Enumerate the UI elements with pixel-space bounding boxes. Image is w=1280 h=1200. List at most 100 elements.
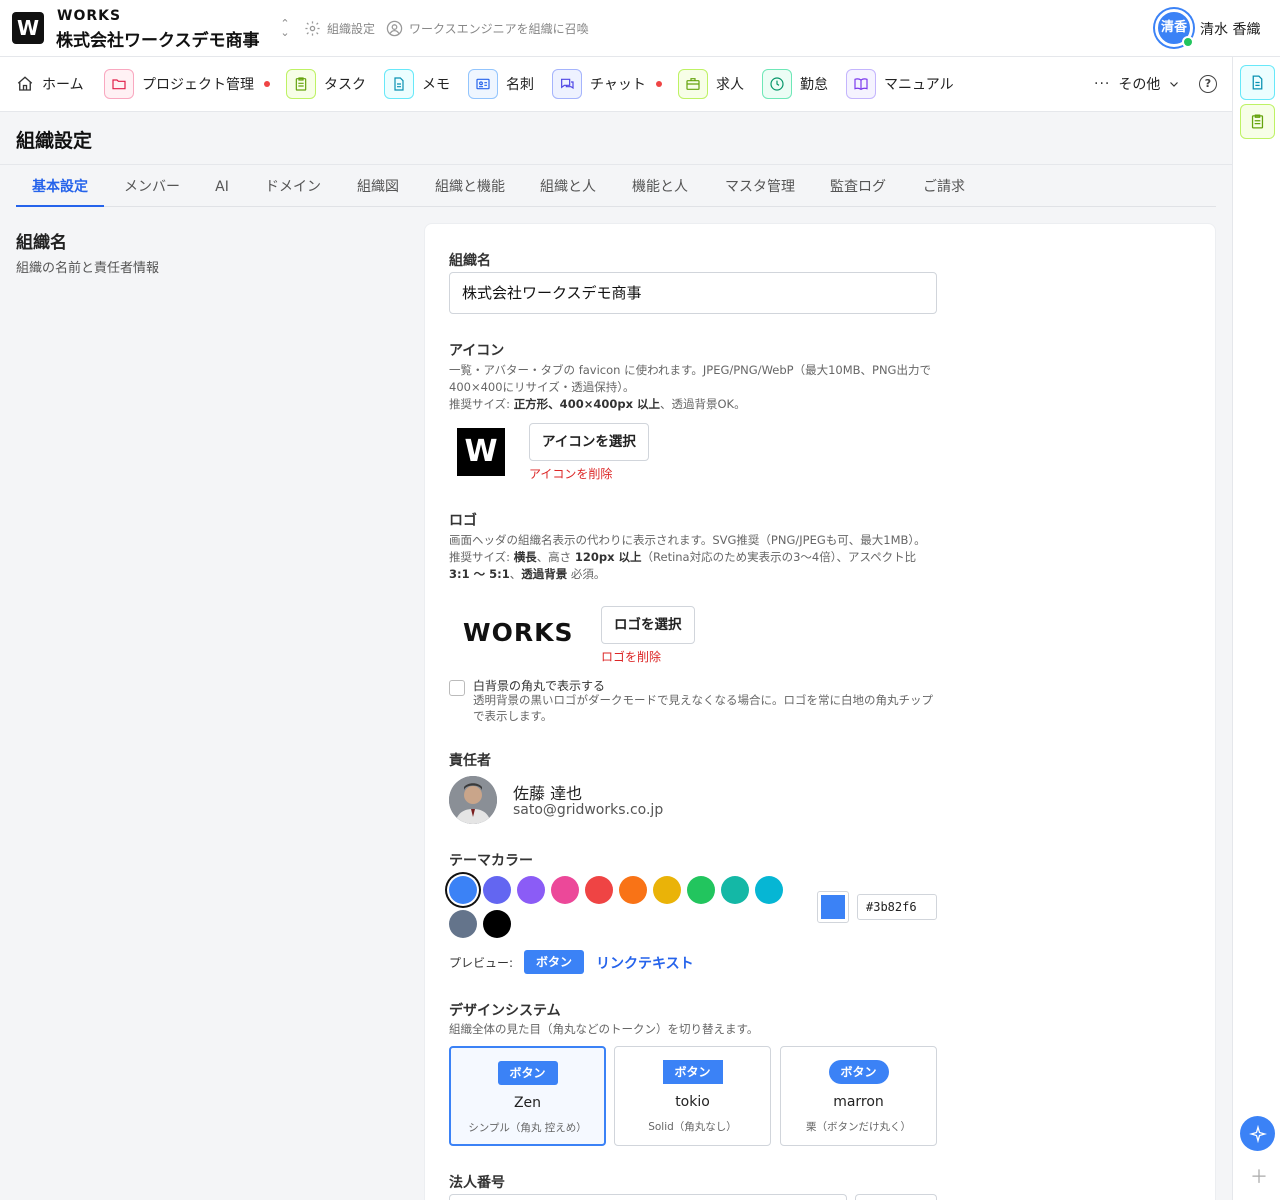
icon-help-recommend: 推奨サイズ: 正方形、400×400px 以上、透過背景OK。 (449, 396, 939, 413)
tab-org-people[interactable]: 組織と人 (532, 165, 604, 207)
help-bold: 正方形、400×400px 以上 (513, 397, 660, 411)
org-logo[interactable]: W (12, 12, 44, 44)
org-name-input[interactable]: 株式会社ワークスデモ商事 (449, 272, 937, 314)
theme-swatch[interactable] (483, 876, 511, 904)
theme-color-label: テーマカラー (449, 853, 533, 869)
icon-help-line: 一覧・アバター・タブの favicon に使われます。JPEG/PNG/WebP… (449, 363, 931, 394)
corp-number-label: 法人番号 (449, 1175, 505, 1191)
nav-item-home[interactable]: ホーム (16, 69, 84, 99)
section-title: 組織名 (16, 233, 67, 253)
nav-item-business-cards[interactable]: 名刺 (468, 69, 534, 99)
help-text: 、 (509, 567, 522, 581)
rail-memo-button[interactable] (1240, 65, 1275, 100)
nav-item-memo[interactable]: メモ (384, 69, 450, 99)
right-rail: ＋ (1232, 57, 1280, 1200)
design-option-marron[interactable]: ボタン marron 栗（ボタンだけ丸く） (780, 1046, 937, 1146)
theme-swatch[interactable] (483, 910, 511, 938)
help-text: 必須。 (567, 567, 606, 581)
help-icon[interactable]: ? (1199, 75, 1217, 93)
user-circle-icon (386, 20, 403, 37)
help-text: 推奨サイズ: (449, 397, 514, 411)
logo-help-line: 画面ヘッダの組織名表示の代わりに表示されます。SVG推奨（PNG/JPEGも可、… (449, 533, 926, 547)
invite-engineer-label: ワークスエンジニアを組織に召喚 (409, 22, 589, 36)
nav-item-tasks[interactable]: タスク (286, 69, 366, 99)
section-description: 組織の名前と責任者情報 (16, 261, 160, 276)
book-icon (846, 69, 876, 99)
color-picker[interactable] (817, 891, 849, 923)
theme-swatch[interactable] (687, 876, 715, 904)
preview-link: リンクテキスト (596, 956, 694, 972)
rounded-bg-checkbox[interactable] (449, 680, 465, 696)
theme-swatch[interactable] (653, 876, 681, 904)
nav-more-menu[interactable]: ··· その他 (1094, 69, 1180, 99)
tab-ai[interactable]: AI (208, 165, 236, 207)
help-bold: 120px 以上 (574, 550, 642, 564)
org-brand: WORKS (57, 8, 122, 24)
ai-assistant-button[interactable] (1240, 1116, 1275, 1151)
card-icon (468, 69, 498, 99)
tab-billing[interactable]: ご請求 (914, 165, 974, 207)
main-nav: ホーム プロジェクト管理 タスク メモ 名刺 チャット 求人 勤怠 マニュアル … (0, 57, 1232, 112)
nav-item-chat[interactable]: チャット (552, 69, 662, 99)
delete-logo-link[interactable]: ロゴを削除 (601, 648, 661, 665)
tab-master[interactable]: マスタ管理 (716, 165, 804, 207)
theme-swatch[interactable] (755, 876, 783, 904)
tab-domain[interactable]: ドメイン (256, 165, 330, 207)
tab-members[interactable]: メンバー (116, 165, 188, 207)
logo-help-recommend: 推奨サイズ: 横長、高さ 120px 以上（Retina対応のため実表示の3〜4… (449, 549, 939, 583)
design-option-zen[interactable]: ボタン Zen シンプル（角丸 控えめ） (449, 1046, 606, 1146)
theme-swatch[interactable] (619, 876, 647, 904)
org-settings-link[interactable]: 組織設定 (304, 20, 375, 37)
theme-swatch[interactable] (517, 876, 545, 904)
nav-item-projects[interactable]: プロジェクト管理 (104, 69, 270, 99)
invite-engineer-link[interactable]: ワークスエンジニアを組織に召喚 (386, 20, 589, 37)
person-photo-icon (449, 776, 497, 824)
home-icon (17, 76, 33, 91)
nav-label: チャット (590, 77, 646, 93)
tab-audit-log[interactable]: 監査ログ (822, 165, 894, 207)
chat-icon (552, 69, 582, 99)
theme-swatch[interactable] (721, 876, 749, 904)
help-text: 、高さ (536, 550, 575, 564)
settings-tabs: 基本設定 メンバー AI ドメイン 組織図 組織と機能 組織と人 機能と人 マス… (16, 165, 1216, 207)
select-logo-button[interactable]: ロゴを選択 (601, 606, 695, 644)
hex-color-input[interactable]: #3b82f6 (857, 894, 937, 920)
help-bold: 横長 (513, 550, 537, 564)
org-name[interactable]: 株式会社ワークスデモ商事 (56, 26, 260, 51)
select-icon-button[interactable]: アイコンを選択 (529, 423, 649, 461)
help-bold: 3:1 〜 5:1 (449, 567, 510, 581)
design-sample-button: ボタン (497, 1061, 558, 1085)
theme-swatch[interactable] (585, 876, 613, 904)
briefcase-icon (678, 69, 708, 99)
nav-item-jobs[interactable]: 求人 (678, 69, 744, 99)
design-sample-button: ボタン (662, 1060, 723, 1084)
org-name-label: 組織名 (449, 253, 491, 269)
tab-basic[interactable]: 基本設定 (16, 165, 104, 207)
icon-preview: W (457, 428, 505, 476)
design-option-tokio[interactable]: ボタン tokio Solid（角丸なし） (614, 1046, 771, 1146)
help-text: 、透過背景OK。 (660, 397, 746, 411)
online-status-dot (1182, 36, 1194, 48)
tab-org-features[interactable]: 組織と機能 (426, 165, 514, 207)
theme-swatch[interactable] (551, 876, 579, 904)
delete-icon-link[interactable]: アイコンを削除 (529, 465, 612, 482)
theme-swatch[interactable] (449, 910, 477, 938)
nav-label: プロジェクト管理 (142, 77, 254, 93)
nav-item-manual[interactable]: マニュアル (846, 69, 954, 99)
tab-org-chart[interactable]: 組織図 (350, 165, 406, 207)
design-sample-button: ボタン (828, 1060, 889, 1084)
user-name[interactable]: 清水 香織 (1200, 19, 1260, 39)
tab-feature-people[interactable]: 機能と人 (624, 165, 696, 207)
nav-item-attendance[interactable]: 勤怠 (762, 69, 828, 99)
settings-card: 組織名 株式会社ワークスデモ商事 アイコン 一覧・アバター・タブの favico… (424, 223, 1216, 1200)
org-switch-chevron-icon[interactable]: ⌃ ⌄ (277, 18, 293, 38)
icon-help: 一覧・アバター・タブの favicon に使われます。JPEG/PNG/WebP… (449, 362, 939, 413)
notification-dot (264, 81, 270, 87)
rail-task-button[interactable] (1240, 104, 1275, 139)
corp-number-button[interactable] (855, 1194, 937, 1200)
corp-number-input[interactable] (449, 1194, 847, 1200)
theme-swatch[interactable] (449, 876, 477, 904)
nav-label: 勤怠 (800, 77, 828, 93)
add-icon[interactable]: ＋ (1250, 1163, 1268, 1189)
owner-avatar (449, 776, 497, 824)
